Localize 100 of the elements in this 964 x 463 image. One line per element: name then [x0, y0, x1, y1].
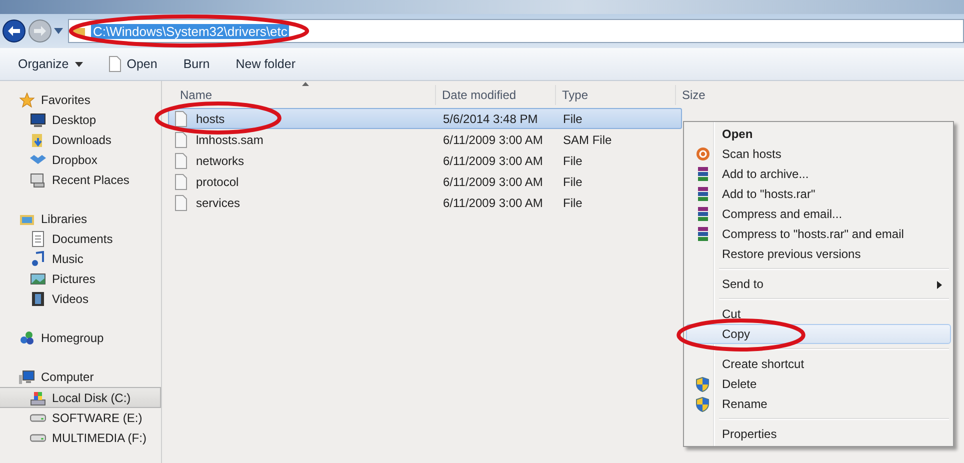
sidebar-item[interactable]: Recent Places [0, 170, 161, 190]
menu-item[interactable]: Scan hosts [686, 144, 951, 164]
address-path: C:\Windows\System32\drivers\etc [91, 24, 290, 38]
sidebar-item[interactable]: Music [0, 249, 161, 269]
sidebar-label: Homegroup [41, 331, 104, 345]
column-header[interactable]: Date modified [436, 85, 556, 105]
file-row[interactable]: protocol 6/11/2009 3:00 AM File [168, 171, 682, 192]
file-icon [175, 132, 187, 148]
shield-icon [696, 376, 709, 392]
file-name: lmhosts.sam [196, 132, 264, 146]
disk-icon [30, 390, 46, 406]
menu-item[interactable]: Cut [686, 304, 951, 324]
date-cell-text: 5/6/2014 3:48 PM [442, 112, 539, 126]
sidebar-label: Desktop [52, 113, 96, 127]
books-icon [696, 187, 708, 201]
homegroup-icon [19, 330, 35, 346]
organize-menu[interactable]: Organize [8, 54, 93, 74]
date-cell-text: 6/11/2009 3:00 AM [442, 154, 544, 168]
file-name: hosts [196, 112, 225, 126]
music-icon [30, 251, 46, 267]
menu-item[interactable]: Compress and email... [686, 204, 951, 224]
type-cell-text: SAM File [562, 132, 613, 146]
date-cell-text: 6/11/2009 3:00 AM [442, 196, 544, 210]
sidebar-item[interactable]: Documents [0, 229, 161, 249]
sidebar-item[interactable]: Videos [0, 289, 161, 309]
file-name: protocol [196, 174, 239, 188]
books-icon [696, 207, 708, 221]
menu-item[interactable]: Copy [686, 324, 951, 344]
sidebar-item[interactable]: Desktop [0, 110, 161, 130]
sidebar-label: Recent Places [52, 173, 130, 187]
sidebar-label: Favorites [41, 93, 90, 107]
date-cell-text: 6/11/2009 3:00 AM [442, 132, 544, 146]
sort-arrow-icon [302, 82, 309, 86]
menu-item[interactable]: Add to "hosts.rar" [686, 184, 951, 204]
back-button[interactable] [2, 19, 26, 43]
file-row[interactable]: hosts 5/6/2014 3:48 PM File [168, 108, 682, 129]
books-icon [696, 227, 708, 241]
file-name: services [196, 196, 240, 210]
sidebar-item[interactable]: Libraries [0, 209, 161, 229]
sidebar-item[interactable]: SOFTWARE (E:) [0, 408, 161, 428]
date-cell-text: 6/11/2009 3:00 AM [442, 174, 544, 188]
sidebar-label: Libraries [41, 212, 88, 226]
video-icon [30, 291, 46, 307]
file-row[interactable]: services 6/11/2009 3:00 AM File [168, 192, 682, 213]
document-icon [30, 231, 46, 247]
file-icon [175, 152, 187, 168]
type-cell-text: File [562, 196, 584, 210]
column-header[interactable]: Size [676, 85, 754, 105]
toolbar-button[interactable]: New folder [226, 54, 306, 74]
menu-item[interactable]: Properties [686, 424, 951, 444]
type-cell-text: File [562, 154, 584, 168]
sidebar-item[interactable]: Pictures [0, 269, 161, 289]
sidebar-label: Downloads [52, 133, 112, 147]
caret-icon [74, 62, 83, 66]
desktop-icon [30, 112, 46, 128]
picture-icon [30, 271, 46, 287]
submenu-arrow-icon [937, 281, 942, 289]
sidebar-item[interactable]: Dropbox [0, 150, 161, 170]
sidebar-label: MULTIMEDIA (F:) [52, 431, 146, 445]
sidebar-label: Dropbox [52, 153, 98, 167]
file-row[interactable]: lmhosts.sam 6/11/2009 3:00 AM SAM File [168, 129, 682, 150]
sidebar-label: Local Disk (C:) [52, 390, 131, 404]
sidebar-item[interactable]: Homegroup [0, 328, 161, 348]
sidebar-label: Pictures [52, 272, 96, 286]
shield-icon [696, 396, 709, 412]
menu-item[interactable]: Rename [686, 394, 951, 414]
column-header[interactable]: Type [556, 85, 676, 105]
menu-item[interactable]: Open [686, 124, 951, 144]
sidebar-label: Computer [41, 370, 94, 384]
sidebar-item[interactable]: MULTIMEDIA (F:) [0, 428, 161, 448]
menu-item[interactable]: Create shortcut [686, 354, 951, 374]
menu-item[interactable]: Delete [686, 374, 951, 394]
file-icon [175, 110, 187, 126]
star-icon [19, 92, 35, 108]
toolbar-button[interactable]: Open [98, 53, 168, 75]
recent-icon [30, 172, 46, 188]
file-row[interactable]: networks 6/11/2009 3:00 AM File [168, 150, 682, 171]
sidebar-label: Documents [52, 232, 113, 246]
toolbar-button[interactable]: Burn [173, 54, 220, 74]
sidebar-item[interactable]: Downloads [0, 130, 161, 150]
recent-pages-caret-icon[interactable] [54, 28, 63, 34]
menu-item[interactable]: Send to [686, 274, 951, 294]
books-icon [696, 167, 708, 181]
sidebar-label: Music [52, 252, 84, 266]
menu-item[interactable]: Restore previous versions [686, 244, 951, 264]
file-icon [175, 174, 187, 190]
sidebar-item[interactable]: Computer [0, 367, 161, 387]
menu-item[interactable]: Compress to "hosts.rar" and email [686, 224, 951, 244]
type-cell-text: File [562, 112, 584, 126]
type-cell-text: File [562, 174, 584, 188]
sidebar-label: Videos [52, 292, 88, 306]
file-icon [108, 56, 121, 72]
sidebar-label: SOFTWARE (E:) [52, 411, 142, 425]
scan-icon [696, 147, 710, 161]
computer-icon [19, 369, 35, 385]
sidebar-item[interactable]: Favorites [0, 90, 161, 110]
file-name: networks [196, 154, 244, 168]
sidebar-item[interactable]: Local Disk (C:) [0, 387, 161, 408]
file-icon [175, 194, 187, 210]
menu-item[interactable]: Add to archive... [686, 164, 951, 184]
